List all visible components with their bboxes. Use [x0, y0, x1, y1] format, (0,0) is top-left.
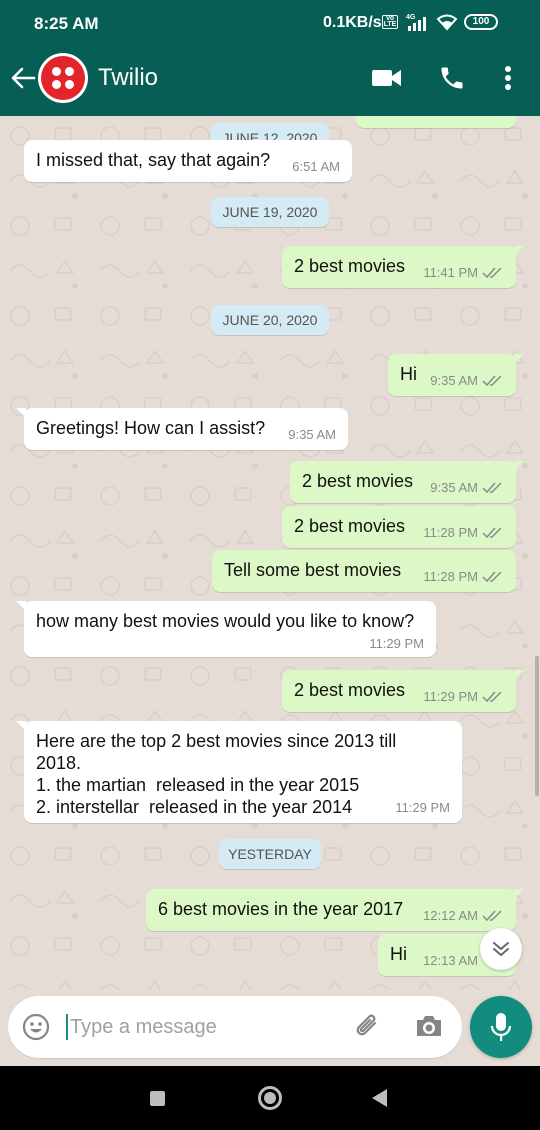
read-ticks-icon: [482, 374, 502, 386]
message-time: 11:28 PM: [423, 525, 478, 540]
message-time: 11:41 PM: [423, 265, 478, 280]
message-bubble-outgoing[interactable]: Tell some best movies 11:28 PM: [212, 550, 516, 592]
status-icons: Vo LTE 4G 100: [382, 12, 498, 32]
message-time: 9:35 AM: [430, 480, 478, 495]
message-input-container[interactable]: [8, 996, 462, 1058]
read-ticks-icon: [482, 266, 502, 278]
message-text: 2 best movies: [294, 256, 406, 276]
message-bubble-outgoing[interactable]: 6 best movies in the year 2017 12:12 AM: [146, 889, 524, 931]
message-text: 2 best movies: [302, 471, 414, 491]
message-text: 2 best movies: [294, 680, 406, 700]
message-text: 2 best movies: [294, 516, 406, 536]
read-ticks-icon: [482, 526, 502, 538]
more-vertical-icon[interactable]: [504, 65, 512, 91]
date-separator: JUNE 19, 2020: [211, 197, 329, 227]
message-time: 11:29 PM: [369, 636, 424, 651]
network-speed: 0.1KB/s: [323, 14, 382, 31]
message-bubble-incoming[interactable]: I missed that, say that again? 6:51 AM: [24, 140, 352, 182]
message-time: 11:28 PM: [423, 569, 478, 584]
read-ticks-icon: [482, 481, 502, 493]
message-text: 6 best movies in the year 2017: [158, 899, 404, 919]
message-list[interactable]: JUNE 12, 2020 I missed that, say that ag…: [0, 116, 540, 990]
volte-icon: Vo LTE: [382, 15, 398, 29]
read-ticks-icon: [482, 570, 502, 582]
arrow-left-icon[interactable]: [10, 66, 36, 90]
video-call-icon[interactable]: [372, 68, 402, 88]
wifi-icon: [436, 14, 458, 31]
message-time: 9:35 AM: [288, 427, 336, 442]
network-type: 4G: [406, 14, 416, 21]
date-separator: JUNE 20, 2020: [211, 305, 329, 335]
battery-icon: 100: [464, 14, 498, 30]
message-text: Hi: [390, 944, 407, 964]
circle-icon[interactable]: [258, 1086, 282, 1110]
message-bubble-partial: [356, 116, 516, 128]
text-cursor: [66, 1014, 68, 1040]
composer: [0, 990, 540, 1066]
message-bubble-incoming[interactable]: Greetings! How can I assist? 9:35 AM: [16, 408, 348, 450]
message-time: 6:51 AM: [292, 159, 340, 174]
camera-icon[interactable]: [414, 1012, 444, 1040]
status-time: 8:25 AM: [34, 14, 99, 33]
message-text: I missed that, say that again?: [36, 150, 271, 170]
status-bar: 8:25 AM 0.1KB/s Vo LTE 4G 100: [0, 0, 540, 40]
double-chevron-down-icon: [493, 942, 509, 956]
message-bubble-outgoing[interactable]: 2 best movies 11:28 PM: [282, 506, 516, 548]
signal-icon: 4G: [406, 14, 426, 31]
paperclip-icon[interactable]: [354, 1012, 384, 1042]
message-time: 9:35 AM: [430, 373, 478, 388]
message-bubble-outgoing[interactable]: 2 best movies 11:41 PM: [282, 246, 524, 288]
message-bubble-outgoing[interactable]: Hi 9:35 AM: [388, 354, 524, 396]
chat-header: Twilio: [0, 40, 540, 116]
message-bubble-incoming[interactable]: Here are the top 2 best movies since 201…: [16, 721, 462, 823]
message-time: 11:29 PM: [423, 689, 478, 704]
message-text: Greetings! How can I assist?: [36, 418, 266, 438]
message-bubble-incoming[interactable]: how many best movies would you like to k…: [16, 601, 436, 657]
system-navigation-bar: [0, 1066, 540, 1130]
message-input[interactable]: [70, 1010, 340, 1044]
message-time: 12:13 AM: [423, 953, 478, 968]
message-bubble-outgoing[interactable]: 2 best movies 11:29 PM: [282, 670, 524, 712]
read-ticks-icon: [482, 909, 502, 921]
microphone-button[interactable]: [470, 996, 532, 1058]
message-time: 12:12 AM: [423, 908, 478, 923]
emoji-icon[interactable]: [22, 1013, 50, 1041]
triangle-back-icon[interactable]: [372, 1089, 387, 1107]
avatar[interactable]: [38, 53, 88, 103]
message-time: 11:29 PM: [395, 800, 450, 815]
read-ticks-icon: [482, 690, 502, 702]
phone-icon[interactable]: [438, 64, 466, 92]
message-text: Hi: [400, 364, 417, 384]
date-separator: YESTERDAY: [219, 839, 321, 869]
square-icon[interactable]: [150, 1091, 165, 1106]
microphone-icon: [491, 1013, 511, 1041]
scrollbar[interactable]: [535, 656, 539, 796]
twilio-logo-icon: [41, 56, 85, 100]
message-text: Tell some best movies: [224, 560, 402, 580]
message-bubble-outgoing[interactable]: 2 best movies 9:35 AM: [290, 461, 524, 503]
chat-title[interactable]: Twilio: [98, 64, 158, 92]
scroll-to-bottom-button[interactable]: [480, 928, 522, 970]
message-text: how many best movies would you like to k…: [36, 611, 415, 631]
message-text: Here are the top 2 best movies since 201…: [36, 731, 397, 817]
